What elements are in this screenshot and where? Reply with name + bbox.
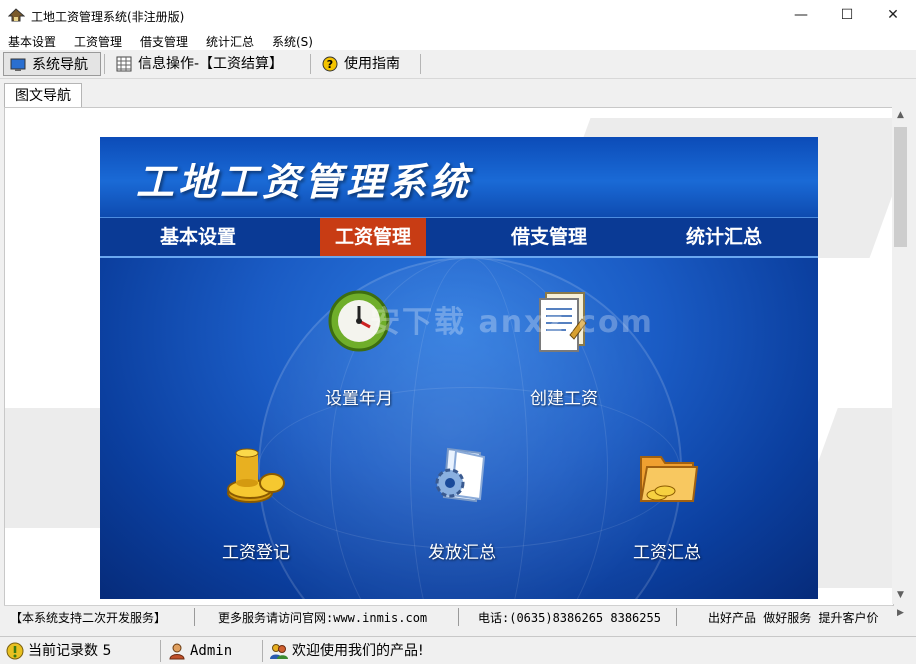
menu-system[interactable]: 系统(S)	[272, 33, 313, 50]
title-bar: 工地工资管理系统(非注册版) — ☐ ✕	[0, 0, 916, 31]
graphic-nav-panel: 工地工资管理系统 基本设置 工资管理 借支管理 统计汇总 设置年月 创建工资 工…	[100, 137, 818, 599]
wage-summary-button[interactable]: 工资汇总	[607, 443, 727, 563]
scroll-thumb[interactable]	[894, 127, 907, 247]
welcome-text: 欢迎使用我们的产品!	[292, 643, 424, 659]
main-status-bar: 当前记录数 5 Admin 欢迎使用我们的产品!	[0, 636, 916, 664]
panel-nav-statistics[interactable]: 统计汇总	[664, 218, 784, 256]
app-icon	[8, 8, 25, 22]
panel-nav-basic-settings[interactable]: 基本设置	[138, 218, 258, 256]
record-count-panel: 当前记录数 5	[4, 641, 178, 661]
window-title: 工地工资管理系统(非注册版)	[31, 10, 185, 24]
vertical-scrollbar[interactable]: ▲ ▼	[892, 107, 909, 604]
set-year-month-label: 设置年月	[325, 389, 393, 409]
panel-nav-wage-management[interactable]: 工资管理	[320, 218, 426, 256]
scroll-up-arrow-icon[interactable]: ▲	[892, 107, 909, 124]
system-nav-label: 系统导航	[32, 57, 88, 73]
menu-basic-settings[interactable]: 基本设置	[8, 33, 56, 50]
info-operation-label: 信息操作-【工资结算】	[138, 56, 284, 72]
close-button[interactable]: ✕	[870, 0, 916, 31]
toolbar-separator	[104, 54, 105, 74]
user-guide-button[interactable]: ? 使用指南	[316, 52, 416, 76]
gear-document-icon	[435, 447, 486, 503]
tab-graphic-nav[interactable]: 图文导航	[4, 83, 82, 108]
status-separator	[262, 640, 263, 662]
folder-coins-icon	[639, 456, 699, 502]
toolbar: 系统导航 信息操作-【工资结算】 ? 使用指南	[0, 50, 916, 79]
maximize-button[interactable]: ☐	[824, 0, 870, 31]
toolbar-separator	[420, 54, 421, 74]
scroll-down-arrow-icon[interactable]: ▼	[892, 587, 909, 604]
info-operation-button[interactable]: 信息操作-【工资结算】	[110, 52, 306, 76]
phone-text: 电话:(0635)8386265 8386255	[478, 611, 661, 625]
menu-wage-management[interactable]: 工资管理	[74, 33, 122, 50]
info-status-bar: 【本系统支持二次开发服务】 更多服务请访问官网:www.inmis.com 电话…	[4, 605, 892, 628]
panel-nav-loan-management[interactable]: 借支管理	[489, 218, 609, 256]
toolbar-separator	[310, 54, 311, 74]
user-icon	[169, 643, 185, 660]
welcome-panel: 欢迎使用我们的产品!	[268, 641, 492, 661]
panel-header: 工地工资管理系统	[100, 137, 818, 217]
website-text: 更多服务请访问官网:www.inmis.com	[218, 611, 428, 625]
warning-icon	[6, 642, 24, 660]
menu-bar: 基本设置 工资管理 借支管理 统计汇总 系统(S)	[0, 31, 916, 50]
panel-nav-bar: 基本设置 工资管理 借支管理 统计汇总	[100, 217, 818, 258]
menu-statistics[interactable]: 统计汇总	[206, 33, 254, 50]
grid-icon	[116, 56, 132, 72]
scroll-right-arrow-icon[interactable]: ▶	[892, 605, 909, 622]
coins-icon	[227, 448, 285, 503]
status-separator	[676, 608, 677, 626]
status-separator	[160, 640, 161, 662]
create-wage-label: 创建工资	[530, 389, 598, 409]
wage-registration-button[interactable]: 工资登记	[196, 443, 316, 563]
monitor-icon	[10, 58, 26, 71]
payment-summary-button[interactable]: 发放汇总	[402, 443, 522, 563]
watermark: 安下载 anxz.com	[370, 305, 654, 340]
status-separator	[194, 608, 195, 626]
wage-summary-label: 工资汇总	[633, 543, 701, 563]
payment-summary-label: 发放汇总	[428, 543, 496, 563]
system-nav-button[interactable]: 系统导航	[3, 52, 101, 76]
tab-strip: 图文导航	[0, 79, 916, 108]
wage-registration-label: 工资登记	[222, 543, 290, 563]
user-name-text: Admin	[190, 643, 233, 659]
svg-text:?: ?	[327, 58, 333, 71]
system-title: 工地工资管理系统	[136, 160, 473, 204]
record-count-text: 当前记录数 5	[28, 643, 112, 659]
support-text: 【本系统支持二次开发服务】	[10, 611, 167, 625]
status-separator	[458, 608, 459, 626]
slogan-text: 出好产品 做好服务 提升客户价	[708, 611, 879, 625]
menu-loan-management[interactable]: 借支管理	[140, 33, 188, 50]
minimize-button[interactable]: —	[778, 0, 824, 31]
user-guide-label: 使用指南	[344, 56, 400, 72]
users-icon	[270, 644, 288, 659]
help-icon: ?	[322, 56, 338, 72]
